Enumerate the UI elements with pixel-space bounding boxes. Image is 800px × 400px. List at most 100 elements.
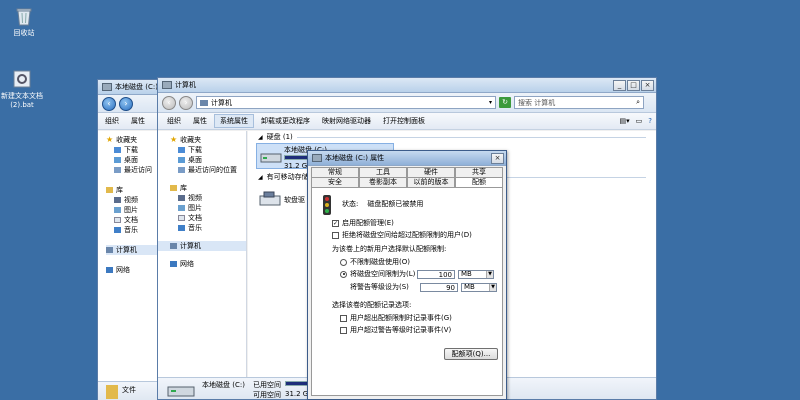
nav-desktop[interactable]: 桌面: [170, 155, 246, 165]
nav-music[interactable]: 音乐: [170, 223, 246, 233]
tab-quota[interactable]: 配额: [455, 177, 503, 187]
dialog-close-button[interactable]: ×: [491, 152, 504, 164]
bg-window-titlebar[interactable]: 本地磁盘 (C:): [98, 80, 166, 95]
tab-previous-versions[interactable]: 以前的版本: [407, 177, 455, 187]
back-arrow-icon[interactable]: ‹: [162, 95, 176, 110]
nav-documents[interactable]: 文档: [170, 213, 246, 223]
tab-row-1: 常规 工具 硬件 共享: [311, 167, 503, 177]
collapse-icon[interactable]: ◢: [258, 134, 263, 141]
limit-unit-select[interactable]: MB ▼: [458, 269, 494, 279]
address-field[interactable]: 计算机 ▾: [196, 96, 496, 109]
computer-title-icon: [162, 81, 172, 89]
computer-window-title: 计算机: [175, 81, 196, 89]
maximize-button[interactable]: □: [627, 79, 640, 91]
control-panel-button[interactable]: 打开控制面板: [378, 115, 430, 127]
properties-button[interactable]: 属性: [188, 115, 212, 127]
log-warn-checkbox-row[interactable]: 用户超过警告等级时记录事件(V): [340, 325, 451, 335]
nav-recent[interactable]: 最近访问的位置: [170, 165, 246, 175]
dialog-titlebar[interactable]: 本地磁盘 (C:) 属性 ×: [308, 151, 506, 166]
computer-icon: [106, 247, 113, 253]
log-warn-checkbox[interactable]: [340, 326, 347, 334]
status-usage-fill: [286, 382, 309, 385]
organize-button[interactable]: 组织: [100, 115, 124, 127]
nav-recent[interactable]: 最近访问: [106, 165, 157, 175]
system-properties-button[interactable]: 系统属性: [214, 114, 254, 128]
enable-quota-checkbox-row[interactable]: ✓ 启用配额管理(E): [332, 218, 394, 228]
nav-downloads[interactable]: 下载: [170, 145, 246, 155]
warn-level-row: 将警告等级设为(S) 90 MB ▼: [350, 282, 497, 292]
deny-space-checkbox[interactable]: [332, 231, 339, 239]
bat-file-label: 新建文本文档 (2).bat: [1, 92, 43, 109]
nav-pictures[interactable]: 图片: [170, 203, 246, 213]
limit-to-radio-row[interactable]: 将磁盘空间限制为(L) 100 MB ▼: [340, 269, 494, 279]
nav-documents[interactable]: 文档: [106, 215, 157, 225]
enable-quota-checkbox[interactable]: ✓: [332, 219, 339, 227]
recycle-bin-icon[interactable]: 回收站: [0, 5, 48, 38]
dialog-title: 本地磁盘 (C:) 属性: [325, 154, 385, 162]
log-limit-checkbox[interactable]: [340, 314, 347, 322]
tab-sharing[interactable]: 共享: [455, 167, 503, 177]
folder-icon: [106, 385, 118, 399]
no-limit-radio-row[interactable]: 不限制磁盘使用(O): [340, 257, 410, 267]
limit-to-radio[interactable]: [340, 270, 347, 278]
nav-libraries[interactable]: 库: [170, 183, 246, 193]
nav-desktop[interactable]: 桌面: [106, 155, 157, 165]
trash-icon: [16, 8, 32, 26]
video-icon: [114, 197, 121, 203]
chevron-down-icon[interactable]: ▾: [489, 99, 492, 106]
nav-network[interactable]: 网络: [170, 259, 246, 269]
forward-arrow-icon[interactable]: ›: [179, 95, 193, 110]
bg-window-toolbar: 组织 属性: [98, 113, 166, 130]
bg-window-title: 本地磁盘 (C:): [115, 83, 158, 91]
nav-network[interactable]: 网络: [106, 265, 157, 275]
tab-tools[interactable]: 工具: [359, 167, 407, 177]
nav-computer[interactable]: 计算机: [158, 241, 246, 251]
tab-shadow-copies[interactable]: 卷影副本: [359, 177, 407, 187]
nav-videos[interactable]: 视频: [170, 193, 246, 203]
nav-music[interactable]: 音乐: [106, 225, 157, 235]
view-icon[interactable]: ▤▾: [620, 117, 630, 125]
quota-entries-button[interactable]: 配额项(Q)...: [444, 348, 498, 360]
music-icon: [114, 227, 121, 233]
tab-hardware[interactable]: 硬件: [407, 167, 455, 177]
search-icon[interactable]: ⌕: [636, 98, 640, 107]
forward-arrow-icon[interactable]: ›: [119, 96, 133, 111]
refresh-icon[interactable]: ↻: [499, 97, 511, 108]
collapse-icon[interactable]: ◢: [258, 174, 263, 181]
properties-button[interactable]: 属性: [126, 115, 150, 127]
nav-libraries[interactable]: 库: [106, 185, 157, 195]
picture-icon: [178, 205, 185, 211]
map-drive-button[interactable]: 映射网络驱动器: [317, 115, 376, 127]
chevron-down-icon: ▼: [486, 270, 493, 278]
tab-security[interactable]: 安全: [311, 177, 359, 187]
log-limit-checkbox-row[interactable]: 用户超出配额限制时记录事件(G): [340, 313, 452, 323]
limit-value-input[interactable]: 100: [417, 269, 455, 279]
no-limit-radio[interactable]: [340, 258, 347, 266]
default-limit-heading: 为该卷上的新用户选择默认配额限制:: [332, 245, 447, 253]
deny-space-checkbox-row[interactable]: 拒绝将磁盘空间给超过配额限制的用户(D): [332, 230, 472, 240]
bg-window-addressbar: ‹ ›: [98, 95, 166, 113]
minimize-button[interactable]: _: [613, 79, 626, 91]
drive-c-size: 31.2 G: [284, 162, 308, 170]
desktop-folder-icon: [114, 157, 121, 163]
drive-properties-dialog[interactable]: 本地磁盘 (C:) 属性 × 常规 工具 硬件 共享 安全 卷影副本 以前的版本…: [307, 150, 507, 400]
back-arrow-icon[interactable]: ‹: [102, 96, 116, 111]
help-icon[interactable]: ?: [648, 117, 652, 125]
uninstall-button[interactable]: 卸载或更改程序: [256, 115, 315, 127]
traffic-light-icon: [323, 195, 331, 215]
organize-button[interactable]: 组织: [162, 115, 186, 127]
search-input[interactable]: 搜索 计算机 ⌕: [514, 96, 644, 109]
nav-computer[interactable]: 计算机: [106, 245, 157, 255]
tab-general[interactable]: 常规: [311, 167, 359, 177]
bat-file-icon[interactable]: 新建文本文档 (2).bat: [0, 68, 44, 110]
nav-videos[interactable]: 视频: [106, 195, 157, 205]
nav-favorites[interactable]: ★ 收藏夹: [170, 135, 246, 145]
nav-favorites[interactable]: ★ 收藏夹: [106, 135, 157, 145]
warn-unit-select[interactable]: MB ▼: [461, 282, 497, 292]
nav-downloads[interactable]: 下载: [106, 145, 157, 155]
computer-window-titlebar[interactable]: 计算机 _ □ ×: [158, 78, 656, 93]
preview-pane-icon[interactable]: ▭: [636, 117, 643, 125]
warn-value-input[interactable]: 90: [420, 282, 458, 292]
nav-pictures[interactable]: 图片: [106, 205, 157, 215]
close-button[interactable]: ×: [641, 79, 654, 91]
